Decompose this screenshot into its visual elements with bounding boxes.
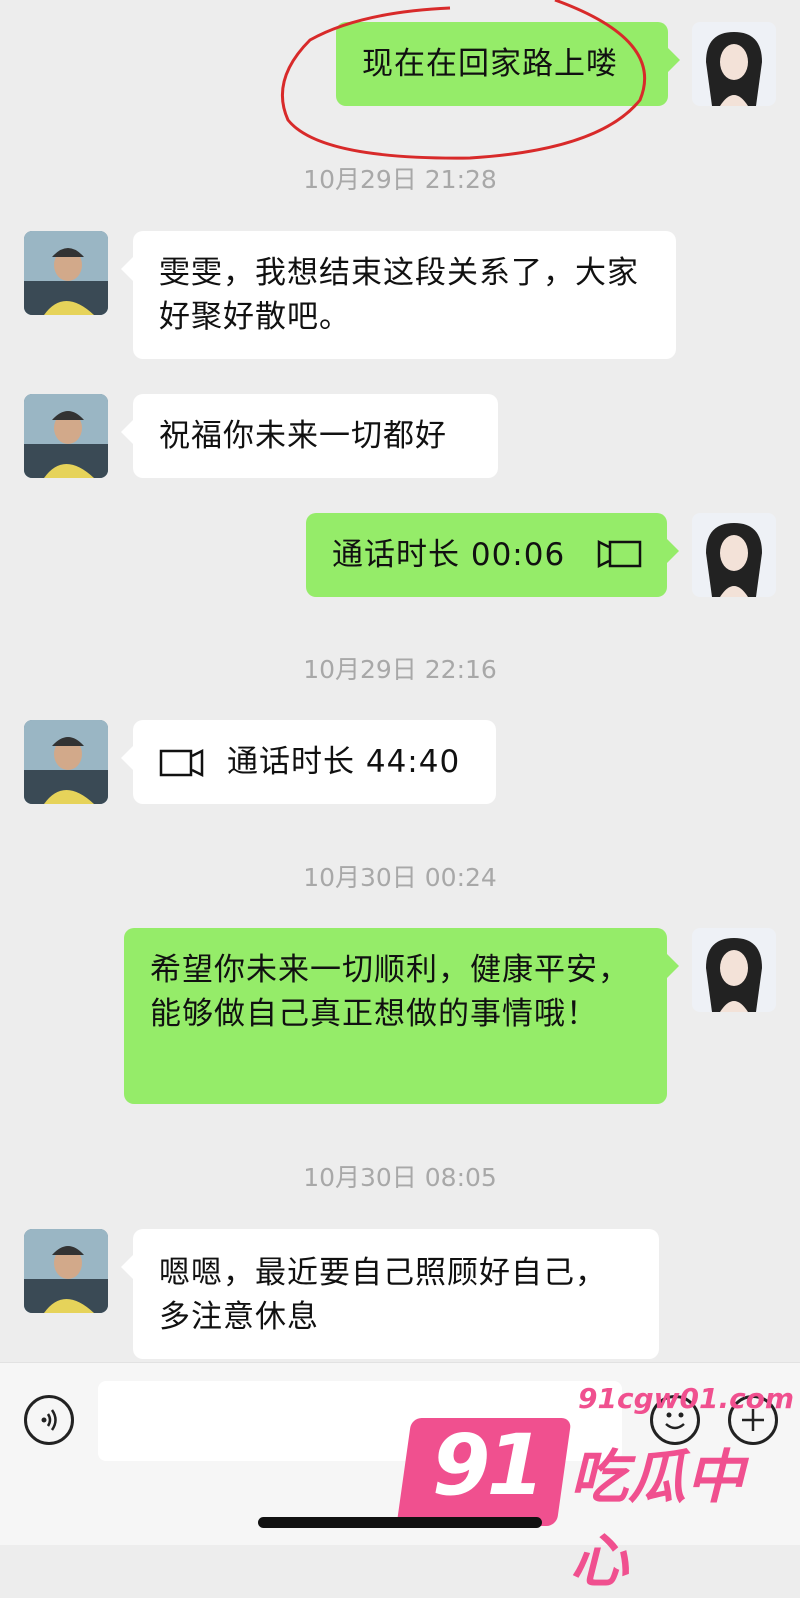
watermark-url: 91cgw01.com (578, 1382, 795, 1415)
contact-avatar-male[interactable] (24, 720, 108, 804)
timestamp: 10月29日 22:16 (303, 655, 497, 684)
message-text: 嗯嗯，最近要自己照顾好自己，多注意休息 (159, 1255, 607, 1335)
message-bubble-received[interactable]: 嗯嗯，最近要自己照顾好自己，多注意休息 (121, 1229, 659, 1359)
call-duration-text: 通话时长 44:40 (227, 744, 461, 780)
call-record-sent[interactable]: 通话时长 00:06 (306, 513, 679, 597)
watermark-brand: 吃瓜中心 (570, 1443, 745, 1595)
message-bubble-sent[interactable]: 希望你未来一切顺利，健康平安，能够做自己真正想做的事情哦！ (124, 928, 679, 1104)
contact-avatar-male[interactable] (24, 394, 108, 478)
contact-avatar-female[interactable] (692, 22, 776, 106)
call-duration-text: 通话时长 00:06 (332, 537, 566, 573)
call-record-received[interactable]: 通话时长 44:40 (121, 720, 496, 804)
message-text: 雯雯，我想结束这段关系了，大家好聚好散吧。 (159, 255, 639, 335)
timestamp: 10月30日 00:24 (303, 863, 497, 892)
message-text: 祝福你未来一切都好 (159, 418, 447, 454)
home-indicator[interactable] (258, 1517, 542, 1528)
contact-avatar-male[interactable] (24, 1229, 108, 1313)
voice-input-icon (41, 1409, 57, 1431)
red-circle-annotation (280, 0, 646, 160)
timestamp: 10月30日 08:05 (303, 1163, 497, 1192)
contact-avatar-female[interactable] (692, 928, 776, 1012)
timestamp: 10月29日 21:28 (303, 165, 497, 194)
voice-input-button[interactable] (24, 1395, 74, 1445)
contact-avatar-female[interactable] (692, 513, 776, 597)
message-bubble-received[interactable]: 祝福你未来一切都好 (121, 394, 498, 478)
contact-avatar-male[interactable] (24, 231, 108, 315)
video-call-icon (597, 539, 642, 569)
watermark-number: 91 (432, 1416, 545, 1514)
message-bubble-received[interactable]: 雯雯，我想结束这段关系了，大家好聚好散吧。 (121, 231, 676, 359)
message-text: 希望你未来一切顺利，健康平安，能够做自己真正想做的事情哦！ (150, 952, 630, 1032)
video-call-icon (159, 748, 204, 778)
